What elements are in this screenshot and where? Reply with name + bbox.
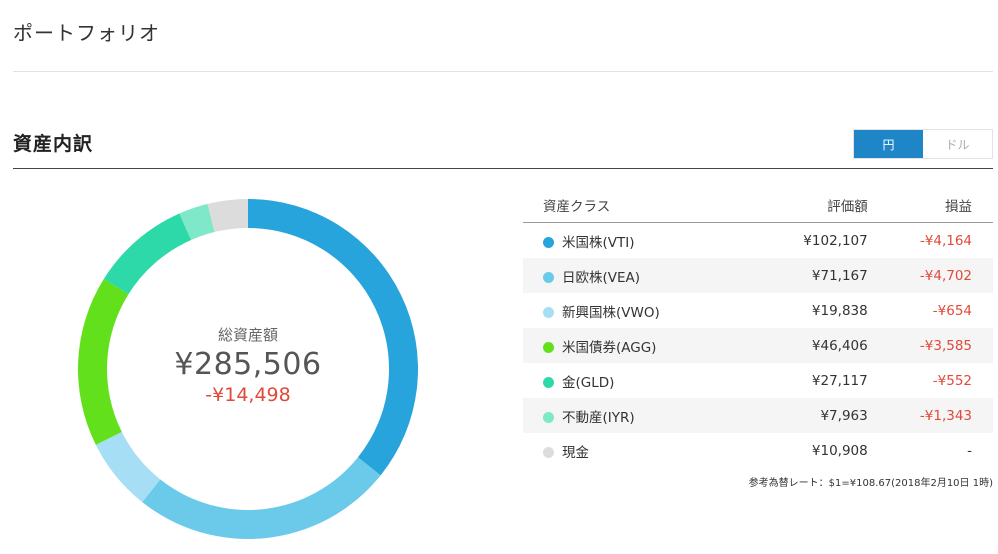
portfolio-page: ポートフォリオ 資産内訳 円 ドル 総資産額 ¥285,506 -¥14,498… <box>0 0 998 554</box>
dollar-toggle-button[interactable]: ドル <box>923 130 992 158</box>
asset-name: 新興国株(VWO) <box>562 304 660 321</box>
currency-toggle: 円 ドル <box>853 129 993 159</box>
exchange-rate-note: 参考為替レート：$1=¥108.67(2018年2月10日 1時) <box>748 478 993 489</box>
asset-name: 日欧株(VEA) <box>562 269 641 286</box>
gld-color-dot <box>543 376 554 388</box>
asset-name: 不動産(IYR) <box>562 409 635 426</box>
asset-name: 米国株(VTI) <box>562 234 635 251</box>
asset-gain: -¥3,585 <box>867 328 993 363</box>
asset-gain: -¥4,164 <box>867 222 993 258</box>
asset-value: ¥27,117 <box>757 363 868 398</box>
top-divider <box>13 71 993 72</box>
asset-gain: -¥654 <box>867 293 993 328</box>
asset-gain: -¥1,343 <box>867 398 993 433</box>
table-row: 新興国株(VWO) ¥19,838 -¥654 <box>523 293 993 328</box>
asset-value: ¥10,908 <box>757 433 868 468</box>
table-row: 現金 ¥10,908 - <box>523 433 993 468</box>
section-title: 資産内訳 <box>13 133 94 155</box>
page-title: ポートフォリオ <box>13 21 160 45</box>
vti-color-dot <box>543 236 554 248</box>
asset-value: ¥7,963 <box>757 398 868 433</box>
asset-value: ¥19,838 <box>757 293 868 328</box>
asset-gain: -¥4,702 <box>867 258 993 293</box>
asset-gain: - <box>867 433 993 468</box>
total-assets-label: 総資産額 <box>217 326 278 344</box>
table-row: 日欧株(VEA) ¥71,167 -¥4,702 <box>523 258 993 293</box>
donut-center: 総資産額 ¥285,506 -¥14,498 <box>78 199 418 539</box>
section-divider <box>13 168 993 169</box>
vea-color-dot <box>543 271 554 283</box>
asset-gain: -¥552 <box>867 363 993 398</box>
asset-value: ¥102,107 <box>757 222 868 258</box>
header-value: 評価額 <box>757 188 868 223</box>
table-row: 不動産(IYR) ¥7,963 -¥1,343 <box>523 398 993 433</box>
table-header-row: 資産クラス 評価額 損益 <box>523 188 993 223</box>
vwo-color-dot <box>543 306 554 318</box>
asset-table: 資産クラス 評価額 損益 米国株(VTI) ¥102,107 -¥4,164 日… <box>523 188 993 468</box>
table-row: 金(GLD) ¥27,117 -¥552 <box>523 363 993 398</box>
table-row: 米国株(VTI) ¥102,107 -¥4,164 <box>523 222 993 258</box>
total-assets-value: ¥285,506 <box>174 347 322 382</box>
asset-name: 現金 <box>562 444 589 461</box>
iyr-color-dot <box>543 411 554 423</box>
asset-name: 金(GLD) <box>562 374 615 391</box>
table-row: 米国債券(AGG) ¥46,406 -¥3,585 <box>523 328 993 363</box>
cash-color-dot <box>543 446 554 458</box>
asset-name: 米国債券(AGG) <box>562 339 657 356</box>
agg-color-dot <box>543 341 554 353</box>
asset-value: ¥46,406 <box>757 328 868 363</box>
asset-value: ¥71,167 <box>757 258 868 293</box>
header-gain: 損益 <box>867 188 993 223</box>
yen-toggle-button[interactable]: 円 <box>854 130 923 158</box>
header-asset-class: 資産クラス <box>523 188 758 223</box>
total-gain-value: -¥14,498 <box>205 384 291 406</box>
